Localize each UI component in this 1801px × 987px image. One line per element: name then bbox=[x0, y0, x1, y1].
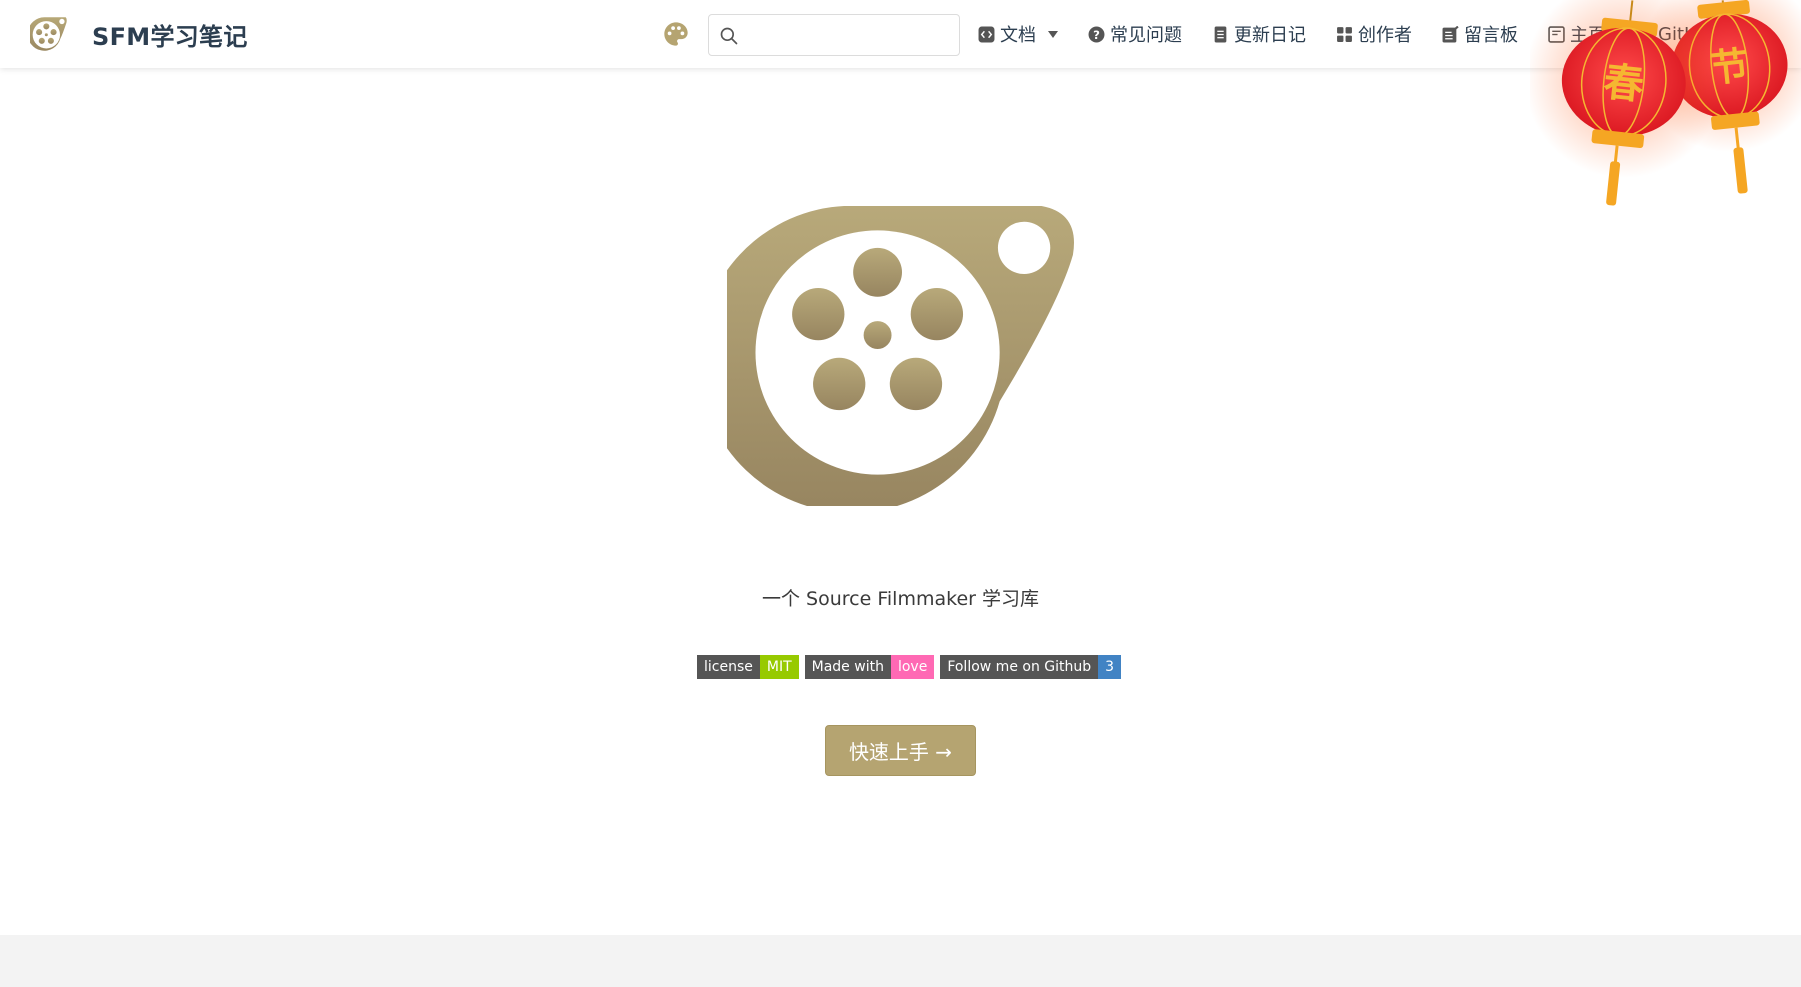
made-with-love-badge[interactable]: Made with love bbox=[804, 655, 935, 679]
nav-item-github[interactable]: GitHub bbox=[1636, 23, 1738, 45]
search-box[interactable] bbox=[708, 14, 960, 56]
badge-label: license bbox=[697, 655, 760, 679]
svg-text:?: ? bbox=[1093, 27, 1100, 41]
site-title: SFM学习笔记 bbox=[92, 22, 248, 51]
note-edit-icon bbox=[1442, 25, 1459, 42]
film-reel-icon bbox=[30, 17, 67, 51]
nav-item-changelog-label: 更新日记 bbox=[1234, 25, 1306, 46]
github-follow-badge[interactable]: Follow me on Github 3 bbox=[940, 655, 1122, 679]
badge-label: Follow me on Github bbox=[940, 655, 1099, 679]
top-navbar: SFM学习笔记 文档 ? 常见问题 更新日记 创作者 留言板 主页 GitHub bbox=[0, 0, 1801, 68]
footer bbox=[0, 935, 1801, 987]
quick-start-button[interactable]: 快速上手 → bbox=[825, 725, 976, 776]
code-doc-icon bbox=[978, 26, 995, 42]
palette-icon[interactable] bbox=[662, 20, 690, 48]
badge-label: Made with bbox=[804, 655, 891, 679]
search-icon bbox=[720, 27, 738, 45]
document-icon bbox=[1214, 26, 1227, 42]
nav-item-docs-label: 文档 bbox=[1000, 25, 1036, 46]
nav-item-creators-label: 创作者 bbox=[1358, 25, 1412, 46]
github-icon bbox=[1636, 26, 1653, 42]
nav-item-changelog[interactable]: 更新日记 bbox=[1212, 21, 1306, 47]
nav-item-creators[interactable]: 创作者 bbox=[1336, 21, 1412, 47]
page-icon bbox=[1548, 25, 1565, 43]
nav-item-guestbook-label: 留言板 bbox=[1464, 25, 1518, 46]
nav-item-faq-label: 常见问题 bbox=[1110, 25, 1182, 46]
badge-value: MIT bbox=[759, 655, 799, 679]
hero-tagline: 一个 Source Filmmaker 学习库 bbox=[762, 588, 1039, 610]
nav-item-docs[interactable]: 文档 bbox=[978, 21, 1058, 47]
grid-icon bbox=[1337, 26, 1352, 42]
brand-home-link[interactable]: SFM学习笔记 bbox=[30, 14, 248, 54]
badge-value: love bbox=[890, 655, 935, 679]
license-badge[interactable]: license MIT bbox=[697, 655, 799, 679]
chevron-down-icon bbox=[1048, 30, 1058, 38]
nav-item-guestbook[interactable]: 留言板 bbox=[1442, 21, 1518, 47]
nav-item-github-label: GitHub bbox=[1658, 23, 1721, 45]
nav-item-home[interactable]: 主页 bbox=[1548, 21, 1606, 47]
hero-film-reel-logo bbox=[727, 206, 1074, 506]
nav-links: 文档 ? 常见问题 更新日记 创作者 留言板 主页 GitHub bbox=[978, 0, 1767, 68]
nav-item-home-label: 主页 bbox=[1570, 25, 1606, 46]
question-circle-icon: ? bbox=[1088, 26, 1105, 42]
badge-value: 3 bbox=[1098, 655, 1122, 679]
nav-item-faq[interactable]: ? 常见问题 bbox=[1088, 21, 1182, 47]
search-input[interactable] bbox=[747, 21, 952, 49]
badge-row: license MIT Made with love Follow me on … bbox=[697, 655, 1127, 679]
external-link-icon bbox=[1724, 27, 1738, 41]
